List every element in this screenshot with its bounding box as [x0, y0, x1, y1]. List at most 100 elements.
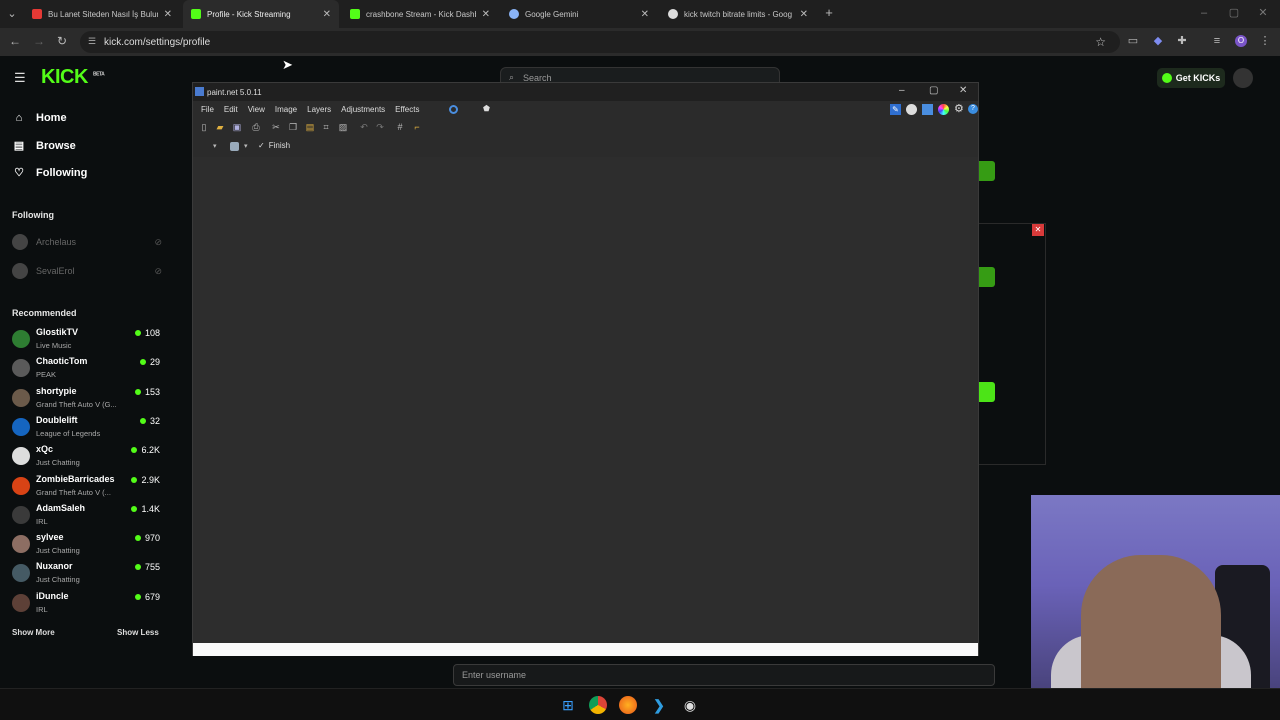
show-more-button[interactable]: Show More — [12, 628, 55, 637]
recommended-item[interactable]: Nuxanor Just Chatting 755 — [12, 561, 160, 589]
maximize-icon[interactable]: ▢ — [929, 85, 938, 96]
hidden-button-fragment — [979, 161, 995, 181]
nav-following[interactable]: ♡ Following — [12, 166, 88, 180]
extensions-puzzle-icon[interactable]: ✚ — [1176, 35, 1188, 47]
help-icon[interactable]: ? — [968, 104, 978, 114]
tab-search-icon[interactable]: ⌄ — [6, 8, 18, 20]
grid-icon[interactable]: # — [395, 122, 405, 132]
save-icon[interactable]: ▣ — [232, 122, 242, 132]
following-item[interactable]: SevalErol ⊘ — [12, 263, 162, 279]
close-icon[interactable]: ✕ — [164, 9, 172, 20]
close-icon[interactable]: ✕ — [641, 9, 649, 20]
username-input[interactable]: Enter username — [453, 664, 995, 686]
dropdown-arrow-icon[interactable]: ▾ — [213, 142, 217, 150]
recommended-item[interactable]: ZombieBarricades Grand Theft Auto V (... 2… — [12, 474, 160, 502]
reload-icon[interactable]: ↻ — [57, 34, 67, 48]
dropdown-arrow-icon[interactable]: ▾ — [244, 142, 248, 150]
bookmark-star-icon[interactable]: ☆ — [1095, 35, 1106, 49]
redo-icon[interactable]: ↷ — [375, 122, 385, 132]
recommended-item[interactable]: ChaoticTom PEAK 29 — [12, 356, 160, 384]
recommended-item[interactable]: sylvee Just Chatting 970 — [12, 532, 160, 560]
extension-shield-icon[interactable]: ◆ — [1152, 35, 1164, 47]
following-item[interactable]: Archelaus ⊘ — [12, 234, 162, 250]
recommended-item[interactable]: xQc Just Chatting 6.2K — [12, 444, 160, 472]
obs-icon[interactable]: ◉ — [681, 696, 699, 714]
windows-start-icon[interactable]: ⊞ — [559, 696, 577, 714]
minimize-icon[interactable]: – — [1198, 7, 1210, 19]
paintnet-titlebar: paint.net 5.0.11 – ▢ ✕ — [193, 83, 978, 101]
close-icon[interactable]: ✕ — [800, 9, 808, 20]
paintnet-menubar: File Edit View Image Layers Adjustments … — [193, 101, 978, 118]
chrome-icon[interactable] — [589, 696, 607, 714]
get-kicks-button[interactable]: Get KICKs — [1157, 68, 1225, 88]
vscode-icon[interactable]: ❯ — [650, 696, 668, 714]
menu-adjustments[interactable]: Adjustments — [341, 105, 385, 114]
channel-name: xQc — [36, 444, 54, 455]
browser-tab-1[interactable]: Bu Lanet Siteden Nasıl İş Bulurs ✕ — [24, 0, 180, 28]
finish-button[interactable]: ✓ Finish — [258, 141, 290, 150]
firefox-icon[interactable] — [619, 696, 637, 714]
open-folder-icon[interactable]: ▰ — [215, 122, 225, 132]
history-icon[interactable] — [906, 104, 917, 115]
browser-tab-5[interactable]: kick twitch bitrate limits - Goog ✕ — [660, 0, 816, 28]
offline-icon: ⊘ — [154, 236, 162, 247]
nav-home[interactable]: ⌂ Home — [12, 112, 67, 124]
site-info-icon[interactable]: ☰ — [88, 36, 96, 47]
close-icon[interactable]: ✕ — [323, 9, 331, 20]
back-icon[interactable]: ← — [9, 34, 21, 48]
new-tab-icon[interactable]: + — [823, 6, 835, 19]
menu-image[interactable]: Image — [275, 105, 297, 114]
windows-taskbar: ⊞ ❯ ◉ — [0, 688, 1280, 720]
recommended-item[interactable]: GlostikTV Live Music 108 — [12, 327, 160, 355]
menu-edit[interactable]: Edit — [224, 105, 238, 114]
browser-tab-4[interactable]: Google Gemini ✕ — [501, 0, 657, 28]
menu-layers[interactable]: Layers — [307, 105, 331, 114]
show-less-button[interactable]: Show Less — [117, 628, 159, 637]
selection-mode-icon[interactable] — [230, 142, 239, 151]
channel-name: GlostikTV — [36, 327, 79, 337]
undo-icon[interactable]: ↶ — [359, 122, 369, 132]
menu-file[interactable]: File — [201, 105, 214, 114]
crop-icon[interactable]: ⌗ — [321, 122, 331, 132]
kick-favicon-icon — [191, 9, 201, 19]
paintnet-canvas-area[interactable] — [193, 157, 978, 643]
menu-view[interactable]: View — [248, 105, 265, 114]
browser-tab-3[interactable]: crashbone Stream - Kick Dashb ✕ — [342, 0, 498, 28]
recommended-item[interactable]: AdamSaleh IRL 1.4K — [12, 503, 160, 531]
menu-effects[interactable]: Effects — [395, 105, 419, 114]
close-window-icon[interactable]: ✕ — [1257, 7, 1269, 19]
more-menu-icon[interactable]: ⋮ — [1259, 35, 1271, 47]
maximize-icon[interactable]: ▢ — [1228, 7, 1240, 19]
ruler-icon[interactable]: ⌐ — [412, 122, 422, 132]
minimize-icon[interactable]: – — [899, 85, 905, 96]
close-icon[interactable]: ✕ — [959, 85, 967, 96]
media-control-icon[interactable]: ≡ — [1211, 35, 1223, 47]
profile-avatar-icon[interactable]: O — [1235, 35, 1247, 47]
user-avatar[interactable] — [1233, 68, 1253, 88]
tools-icon[interactable]: ✎ — [890, 104, 901, 115]
nav-label: Browse — [36, 139, 76, 152]
print-icon[interactable]: ⎙ — [251, 122, 261, 132]
new-file-icon[interactable]: ▯ — [199, 122, 209, 132]
colors-icon[interactable] — [938, 104, 949, 115]
copy-icon[interactable]: ❐ — [288, 122, 298, 132]
layers-icon[interactable] — [922, 104, 933, 115]
cut-icon[interactable]: ✂ — [271, 122, 281, 132]
recommended-item[interactable]: Doublelift League of Legends 32 — [12, 415, 160, 443]
paintnet-app-icon — [195, 87, 204, 96]
paste-icon[interactable]: ▤ — [305, 122, 315, 132]
settings-gear-icon[interactable]: ⚙ — [954, 102, 964, 115]
close-icon[interactable]: ✕ — [1032, 224, 1044, 236]
close-icon[interactable]: ✕ — [482, 9, 490, 20]
nav-browse[interactable]: ▤ Browse — [12, 139, 76, 153]
recommended-item[interactable]: iDuncle IRL 679 — [12, 591, 160, 619]
nav-label: Following — [36, 166, 88, 179]
url-field[interactable]: ☰ kick.com/settings/profile ☆ — [80, 31, 1120, 53]
forward-icon[interactable]: → — [33, 34, 45, 48]
deselect-icon[interactable]: ▨ — [338, 122, 348, 132]
paintnet-window: paint.net 5.0.11 – ▢ ✕ File Edit View Im… — [192, 82, 979, 656]
channel-name: ZombieBarricades — [36, 473, 115, 484]
recommended-item[interactable]: shortypie Grand Theft Auto V (G... 153 — [12, 386, 160, 414]
cast-icon[interactable]: ▭ — [1127, 35, 1139, 47]
browser-tab-2[interactable]: Profile - Kick Streaming ✕ — [183, 0, 339, 28]
